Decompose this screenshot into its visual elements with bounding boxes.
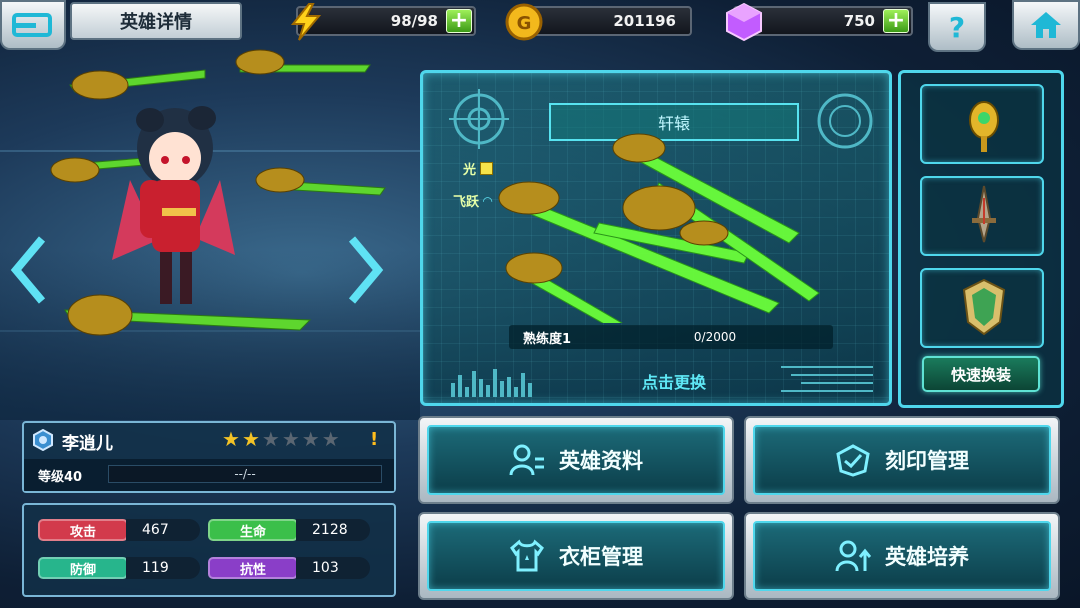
dagger-icon (972, 185, 996, 243)
previous-hero-button[interactable] (8, 235, 48, 305)
back-arrow-icon (12, 13, 52, 37)
hero-profile-label: 英雄资料 (559, 449, 643, 473)
gem-value: 750 (843, 12, 875, 30)
hero-girl-icon (112, 106, 235, 304)
hero-profile-button[interactable]: 英雄资料 (418, 416, 734, 504)
quick-swap-button[interactable]: 快速换装 (922, 356, 1040, 392)
wardrobe-manage-button[interactable]: 衣柜管理 (418, 512, 734, 600)
add-gems-button[interactable]: + (883, 9, 909, 33)
hero-name: 李逍儿 (62, 434, 113, 454)
energy-value: 98/98 (390, 12, 438, 30)
change-weapon-link[interactable]: 点击更换 (619, 369, 729, 393)
star-empty-icon: ★ (281, 427, 300, 451)
hero-star-rating: ★ ★ ★ ★ ★ ★ (222, 429, 340, 449)
imprint-manage-label: 刻印管理 (885, 449, 969, 473)
warning-icon[interactable]: ! (370, 429, 378, 450)
equipment-slot-3[interactable] (920, 268, 1044, 348)
stat-attack-value: 467 (126, 519, 200, 541)
star-empty-icon: ★ (321, 427, 340, 451)
equipment-slot-1[interactable] (920, 84, 1044, 164)
hero-training-icon (835, 540, 871, 572)
lightning-icon (284, 0, 328, 44)
imprint-icon (836, 444, 870, 477)
imprint-manage-button[interactable]: 刻印管理 (744, 416, 1060, 504)
hero-stats-panel: 攻击 467 生命 2128 防御 119 抗性 103 (22, 503, 396, 597)
proficiency-value: 0/2000 (693, 330, 737, 344)
proficiency-label: 熟练度1 (523, 331, 572, 347)
next-hero-button[interactable] (346, 235, 386, 305)
star-filled-icon: ★ (222, 427, 240, 451)
star-filled-icon: ★ (241, 427, 260, 451)
hero-training-button[interactable]: 英雄培养 (744, 512, 1060, 600)
wardrobe-manage-label: 衣柜管理 (559, 545, 643, 569)
page-title: 英雄详情 (70, 2, 242, 40)
chevron-right-icon (348, 236, 384, 304)
tag-leap: 飞跃 ◠ (453, 193, 493, 211)
stat-resistance-label: 抗性 (208, 557, 298, 579)
stat-resistance-value: 103 (296, 557, 370, 579)
home-button[interactable] (1012, 0, 1080, 50)
shield-badge-icon (962, 278, 1006, 336)
equipment-slot-2[interactable] (920, 176, 1044, 256)
stat-attack-label: 攻击 (38, 519, 128, 541)
stat-hp-label: 生命 (208, 519, 298, 541)
golden-emblem-icon (969, 101, 999, 152)
level-row: 等级40 --/-- (24, 459, 394, 491)
help-button[interactable]: ? (928, 2, 986, 52)
proficiency-track: 0/2000 (597, 325, 833, 349)
line-decoration-icon (781, 366, 873, 392)
svg-text:G: G (517, 13, 532, 34)
stat-defense-value: 119 (126, 557, 200, 579)
gold-value: 201196 (613, 12, 676, 30)
hero-info-panel: 李逍儿 ★ ★ ★ ★ ★ ★ ! 等级40 --/-- (22, 421, 396, 493)
weapon-swords-icon (498, 133, 820, 323)
weapon-panel[interactable]: 轩辕 光 飞跃 ◠ 熟练度1 0/2000 点击更换 (420, 70, 892, 406)
hero-profile-icon (509, 444, 544, 476)
star-empty-icon: ★ (261, 427, 280, 451)
proficiency-bar: 熟练度1 0/2000 (509, 325, 833, 349)
stat-hp-value: 2128 (296, 519, 370, 541)
chevron-left-icon (10, 236, 46, 304)
add-energy-button[interactable]: + (446, 9, 472, 33)
home-icon (1031, 12, 1061, 38)
stat-defense-label: 防御 (38, 557, 128, 579)
equalizer-decoration-icon (451, 369, 532, 397)
gold-coin-icon: G (502, 0, 546, 44)
gem-icon (722, 0, 766, 44)
exp-bar: --/-- (108, 465, 382, 483)
help-icon: ? (948, 10, 966, 44)
hero-training-label: 英雄培养 (885, 545, 969, 569)
star-empty-icon: ★ (301, 427, 320, 451)
hero-class-icon (33, 429, 53, 451)
level-label: 等级40 (38, 470, 83, 485)
wardrobe-icon (510, 539, 544, 572)
exp-value: --/-- (234, 467, 256, 481)
hero-character-display[interactable] (30, 40, 390, 390)
